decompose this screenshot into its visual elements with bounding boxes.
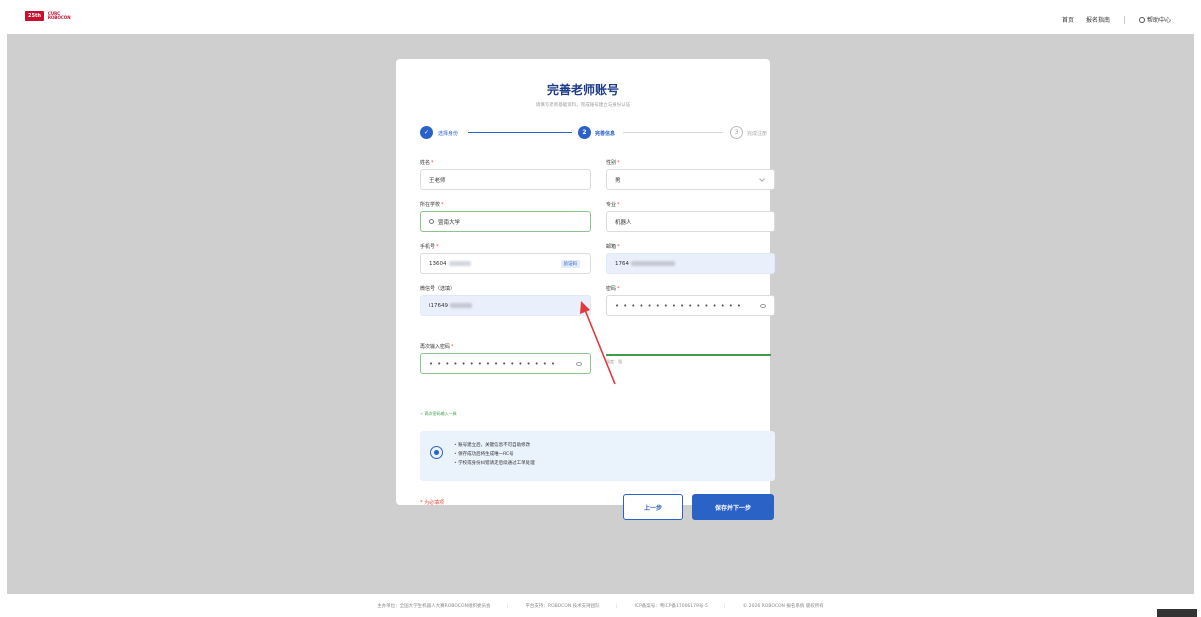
email-input[interactable]: 1764 [606, 253, 775, 274]
footer-icp[interactable]: ICP备案号：粤ICP备17006179号-5 [635, 604, 708, 609]
confirm-password-input[interactable]: •••••••••••••••• [420, 353, 591, 374]
redacted-wechat [450, 303, 473, 308]
name-input[interactable]: 王老师 [420, 169, 591, 190]
show-confirm-password-eye-icon[interactable] [576, 362, 582, 366]
nav-home[interactable]: 首页 [1062, 15, 1074, 24]
footer-organizer: 主办单位：全国大学生机器人大赛ROBOCON组织委员会 [377, 604, 491, 609]
notice-item: 账号建立后，关键信息不可自助修改 [454, 441, 535, 450]
page-title: 完善老师账号 [546, 83, 619, 97]
logo-badge: 25th [25, 11, 44, 21]
step-3-label: 完成注册 [747, 131, 768, 137]
email-label: 邮箱* [606, 244, 620, 250]
confirm-password-label: 再次输入密码* [420, 344, 454, 350]
password-match-hint: ✓ 两次密码输入一致 [420, 411, 457, 416]
notice-list: 账号建立后，关键信息不可自助修改 保存成功后将生成唯一RC号 学校或身份纠错请走… [454, 441, 535, 468]
major-label: 专业* [606, 202, 620, 208]
name-label: 姓名* [420, 160, 434, 166]
nav-divider [1123, 15, 1125, 24]
save-and-next-button[interactable]: 保存并下一步 [692, 494, 774, 520]
step-connector-2 [623, 132, 723, 133]
phone-input[interactable]: 13604 验证码 [420, 253, 591, 274]
wechat-label: 微信号（选填） [420, 286, 456, 292]
school-search-input[interactable]: 暨南大学 [420, 211, 591, 232]
footer-support: 平台支持：ROBOCON 技术支持团队 [525, 604, 600, 609]
password-input[interactable]: •••••••••••••••• [606, 295, 775, 316]
school-label: 所在学校* [420, 202, 444, 208]
footer: 主办单位：全国大学生机器人大赛ROBOCON组织委员会 | 平台支持：ROBOCO… [377, 604, 824, 609]
top-bar: 25th CURC ROBOCON 首页 报名指南 帮助中心 [0, 0, 1201, 34]
search-icon [429, 219, 434, 224]
password-strength-bar [606, 354, 771, 356]
logo-text: CURC ROBOCON [47, 11, 71, 20]
phone-label: 手机号* [420, 244, 439, 250]
top-nav: 首页 报名指南 帮助中心 [1050, 15, 1171, 24]
required-fields-note: * 为必填项 [420, 500, 445, 506]
redacted-email [631, 261, 675, 266]
show-password-eye-icon[interactable] [760, 304, 766, 308]
footer-copyright: © 2026 ROBOCON 报名系统 版权所有 [742, 604, 824, 609]
send-code-button[interactable]: 验证码 [560, 260, 580, 268]
gender-label: 性别* [606, 160, 620, 166]
step-2-label: 完善信息 [595, 131, 616, 137]
logo[interactable]: 25th CURC ROBOCON [25, 11, 71, 21]
corner-toolbar [1157, 609, 1197, 617]
page-subtitle: 请填写老师基础资料，完成账号建立与身份认证 [535, 103, 631, 108]
password-strength-text: 强度：强 [606, 359, 622, 364]
step-2-indicator: 2 [578, 126, 591, 139]
gender-select[interactable]: 男 [606, 169, 775, 190]
previous-step-button[interactable]: 上一步 [623, 494, 683, 520]
notice-box: 账号建立后，关键信息不可自助修改 保存成功后将生成唯一RC号 学校或身份纠错请走… [420, 431, 775, 481]
teacher-account-form-card: 完善老师账号 请填写老师基础资料，完成账号建立与身份认证 ✓ 选择身份 2 完善… [396, 59, 775, 520]
redacted-phone-digits [448, 261, 471, 266]
radio-dot-icon [430, 446, 443, 459]
nav-help-center[interactable]: 帮助中心 [1138, 15, 1171, 24]
step-1-check-icon: ✓ [420, 126, 433, 139]
step-progress: ✓ 选择身份 2 完善信息 3 完成注册 [420, 126, 776, 140]
password-label: 密码* [606, 286, 620, 292]
nav-registration-guide[interactable]: 报名指南 [1086, 15, 1110, 24]
help-circle-icon [1138, 16, 1145, 23]
step-connector-1 [468, 132, 572, 133]
help-label: 帮助中心 [1146, 17, 1171, 24]
chevron-down-icon [759, 176, 765, 182]
step-1-label: 选择身份 [438, 131, 459, 137]
wechat-input[interactable]: i17649 [420, 295, 591, 316]
notice-item: 学校或身份纠错请走后续通过工单处理 [454, 459, 535, 468]
step-3-indicator: 3 [730, 126, 743, 139]
notice-item: 保存成功后将生成唯一RC号 [454, 450, 535, 459]
major-input[interactable]: 机器人 [606, 211, 775, 232]
